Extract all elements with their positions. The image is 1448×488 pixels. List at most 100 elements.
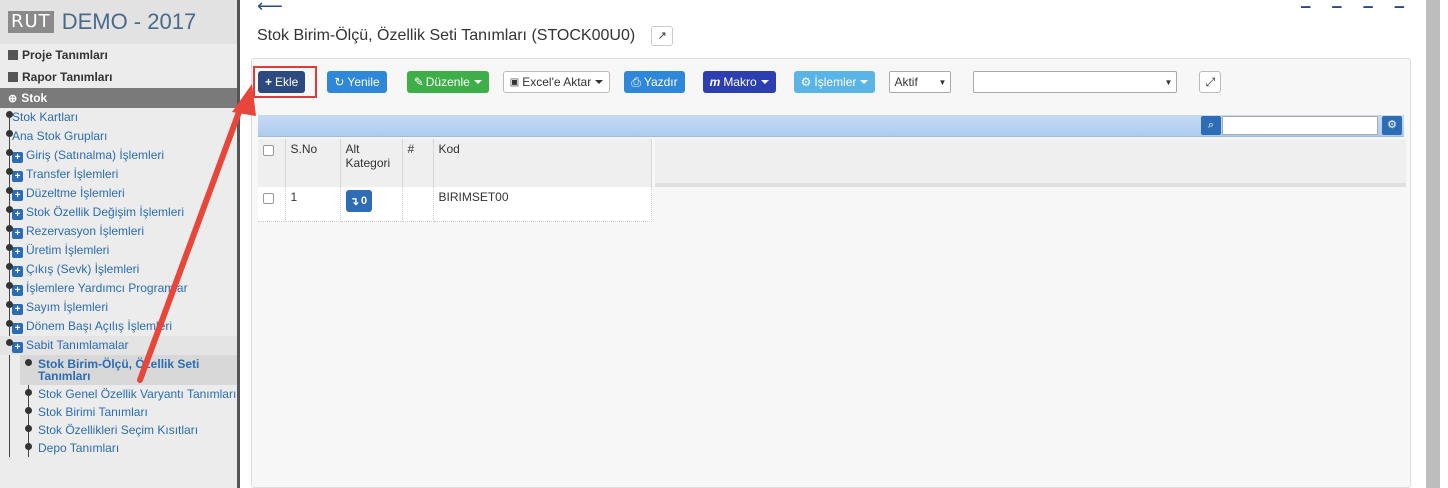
- tree-item-sayim[interactable]: + Sayım İşlemleri: [0, 298, 237, 317]
- tree-item-yardimci[interactable]: + İşlemlere Yardımcı Programlar: [0, 279, 237, 298]
- chevron-down-icon: ▼: [938, 77, 947, 87]
- arrow-down-icon: ↴: [349, 195, 360, 208]
- excel-export-button[interactable]: ▣ Excel'e Aktar: [502, 71, 611, 93]
- tree-item-label: Stok Özellik Değişim İşlemleri: [26, 205, 185, 219]
- tree-item-rezervasyon[interactable]: + Rezervasyon İşlemleri: [0, 222, 237, 241]
- macro-button[interactable]: m Makro: [702, 71, 776, 93]
- bar-chart-icon: [8, 72, 18, 82]
- expand-plus-icon[interactable]: +: [12, 209, 23, 220]
- col-alt-label: Alt Kategori: [345, 142, 391, 170]
- row-checkbox-cell: [258, 187, 286, 222]
- expand-plus-icon[interactable]: +: [12, 342, 23, 353]
- select-all-checkbox[interactable]: [263, 145, 274, 156]
- print-button-label: Yazdır: [643, 75, 678, 89]
- scrollbar[interactable]: [1426, 0, 1440, 488]
- cogs-icon[interactable]: ⚙: [1382, 116, 1402, 135]
- top-icons: ▁ ▁ ▁ ▁: [1301, 0, 1404, 8]
- table-row[interactable]: 1 ↴ 0 BIRIMSET00: [258, 187, 652, 222]
- page-title: Stok Birim-Ölçü, Özellik Seti Tanımları …: [257, 27, 636, 44]
- select-all-header: [258, 139, 286, 187]
- bell-icon[interactable]: ▁: [1332, 0, 1341, 8]
- actions-button-label: İşlemler: [814, 75, 857, 89]
- subtree-item-birimi[interactable]: Stok Birimi Tanımları: [20, 403, 237, 421]
- subtree-item-secim-kisit[interactable]: Stok Özellikleri Seçim Kısıtları: [20, 421, 237, 439]
- tree-item-label: Üretim İşlemleri: [26, 243, 110, 257]
- page-title-row: Stok Birim-Ölçü, Özellik Seti Tanımları …: [257, 26, 674, 46]
- tree-item-ozellik-degisim[interactable]: + Stok Özellik Değişim İşlemleri: [0, 203, 237, 222]
- expand-plus-icon[interactable]: +: [12, 323, 23, 334]
- refresh-button[interactable]: ↻ Yenile: [327, 71, 387, 93]
- section-stok[interactable]: ⊕ Stok: [0, 88, 237, 108]
- expand-plus-icon[interactable]: +: [12, 285, 23, 296]
- subtree-item-label: Stok Birim-Ölçü, Özellik Seti Tanımları: [38, 357, 200, 383]
- expand-plus-icon[interactable]: +: [12, 228, 23, 239]
- edit-button[interactable]: ✎ Düzenle: [406, 71, 489, 93]
- subtree-item-depo[interactable]: Depo Tanımları: [20, 439, 237, 457]
- print-button[interactable]: ⎙ Yazdır: [624, 71, 685, 93]
- col-sno[interactable]: S.No: [285, 139, 341, 187]
- expand-plus-icon[interactable]: +: [12, 152, 23, 163]
- list-icon: [8, 50, 18, 60]
- subcategory-count: 0: [361, 195, 368, 207]
- tree-item-giris[interactable]: + Giriş (Satınalma) İşlemleri: [0, 146, 237, 165]
- tree-item-label: Düzeltme İşlemleri: [26, 186, 125, 200]
- tree-item-stok-kartlari[interactable]: Stok Kartları: [0, 108, 237, 127]
- tree-item-label: Sabit Tanımlamalar: [26, 338, 129, 352]
- stok-icon: ⊕: [8, 92, 18, 105]
- col-kod[interactable]: Kod: [433, 139, 652, 187]
- col-alt-kategori[interactable]: Alt Kategori: [340, 139, 403, 187]
- expand-plus-icon[interactable]: +: [12, 190, 23, 201]
- subtree-item-birim-olcu[interactable]: Stok Birim-Ölçü, Özellik Seti Tanımları: [20, 355, 237, 385]
- stok-tree: Stok Kartları Ana Stok Grupları + Giriş (…: [0, 108, 237, 457]
- sidebar: RUT DEMO - 2017 Proje Tanımları Rapor Ta…: [0, 0, 240, 488]
- col-hash[interactable]: #: [402, 139, 434, 187]
- search-icon[interactable]: ⌕: [1201, 116, 1221, 135]
- status-select-value: Aktif: [894, 75, 918, 89]
- tree-item-label: Stok Kartları: [12, 110, 79, 124]
- edit-button-label: Düzenle: [425, 75, 470, 89]
- tree-item-label: Transfer İşlemleri: [26, 167, 119, 181]
- excel-icon: ▣: [509, 76, 520, 88]
- expand-plus-icon[interactable]: +: [12, 247, 23, 258]
- tree-item-ana-stok[interactable]: Ana Stok Grupları: [0, 127, 237, 146]
- content-panel: + Ekle ↻ Yenile ✎ Düzenle ▣ Excel'e Akta…: [251, 58, 1411, 488]
- tree-item-donem-basi[interactable]: + Dönem Başı Açılış İşlemleri: [0, 317, 237, 336]
- brand: RUT DEMO - 2017: [0, 0, 237, 44]
- grid-header-fill: [655, 139, 1406, 187]
- subcategory-count-button[interactable]: ↴ 0: [345, 190, 372, 212]
- refresh-icon: ↻: [334, 75, 345, 89]
- macro-icon: m: [709, 75, 721, 89]
- subtree-item-label: Stok Birimi Tanımları: [38, 405, 148, 419]
- expand-icon[interactable]: ⤢: [1199, 71, 1222, 93]
- expand-plus-icon[interactable]: +: [12, 266, 23, 277]
- tree-item-sabit[interactable]: + Sabit Tanımlamalar: [0, 336, 237, 355]
- menu-icon[interactable]: ▁: [1395, 0, 1404, 8]
- mail-icon[interactable]: ▁: [1364, 0, 1373, 8]
- actions-button[interactable]: ⚙ İşlemler: [793, 71, 876, 93]
- row-checkbox[interactable]: [263, 193, 274, 204]
- status-select[interactable]: Aktif ▼: [889, 71, 952, 93]
- back-arrow-icon[interactable]: ⟵: [257, 0, 283, 17]
- chevron-down-icon: ▼: [1164, 77, 1173, 87]
- nav-proje[interactable]: Proje Tanımları: [0, 44, 237, 66]
- expand-plus-icon[interactable]: +: [12, 171, 23, 182]
- tree-item-cikis[interactable]: + Çıkış (Sevk) İşlemleri: [0, 260, 237, 279]
- excel-button-label: Excel'e Aktar: [522, 75, 592, 89]
- nav-rapor[interactable]: Rapor Tanımları: [0, 66, 237, 88]
- external-link-icon[interactable]: ↗: [651, 26, 674, 46]
- subtree-item-genel-ozellik[interactable]: Stok Genel Özellik Varyantı Tanımları: [20, 385, 237, 403]
- filter-select[interactable]: ▼: [973, 71, 1178, 93]
- search-input[interactable]: [1222, 116, 1378, 135]
- cell-hash: [402, 187, 434, 222]
- tree-item-label: Giriş (Satınalma) İşlemleri: [26, 148, 165, 162]
- tree-item-label: Sayım İşlemleri: [26, 300, 109, 314]
- print-icon: ⎙: [631, 74, 641, 89]
- edit-icon: ✎: [413, 75, 424, 89]
- expand-plus-icon[interactable]: +: [12, 304, 23, 315]
- gear-icon: ⚙: [800, 75, 812, 89]
- user-icon[interactable]: ▁: [1301, 0, 1310, 8]
- tree-item-uretim[interactable]: + Üretim İşlemleri: [0, 241, 237, 260]
- tree-item-label: Rezervasyon İşlemleri: [26, 224, 145, 238]
- tree-item-duzeltme[interactable]: + Düzeltme İşlemleri: [0, 184, 237, 203]
- tree-item-transfer[interactable]: + Transfer İşlemleri: [0, 165, 237, 184]
